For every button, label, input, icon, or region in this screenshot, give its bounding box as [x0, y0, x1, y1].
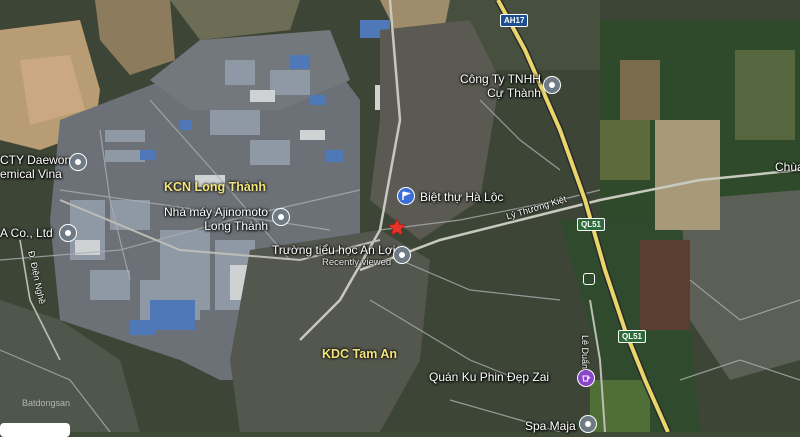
biet-thu-ha-loc-label[interactable]: Biệt thự Hà Lộc [420, 190, 503, 204]
cafe-pin-icon[interactable] [577, 369, 595, 387]
kcn-long-thanh-label: KCN Long Thành [164, 180, 267, 194]
co-ltd-pin-icon[interactable] [59, 224, 77, 242]
transit-icon [583, 273, 595, 285]
daewon-label-line2: emical Vina [0, 167, 62, 181]
flag-pin-icon[interactable] [397, 187, 415, 205]
recently-viewed-label: Recently viewed [322, 257, 392, 268]
ql51-shield: QL51 [577, 218, 606, 231]
flag-icon [402, 191, 411, 200]
le-duan-label: Lê Duẩn [580, 335, 590, 370]
watermark: Batdongsan [22, 398, 71, 408]
spa-pin-icon[interactable] [579, 415, 597, 433]
plantation-plot [590, 380, 650, 432]
daewon-label-line1: CTY Daewon [0, 153, 72, 167]
map-corner-card[interactable] [0, 423, 70, 437]
chua-label[interactable]: Chùa [775, 160, 800, 174]
ajinomoto-pin-icon[interactable] [272, 208, 290, 226]
cu-thanh-label-line2: Cự Thành [487, 86, 541, 100]
ah17-shield: AH17 [500, 14, 529, 27]
cu-thanh-pin-icon[interactable] [543, 76, 561, 94]
spa-maja-label[interactable]: Spa Maja [525, 419, 576, 433]
cu-thanh-label-line1: Công Ty TNHH [460, 72, 541, 86]
daewon-pin-icon[interactable] [69, 153, 87, 171]
cu-thanh-label[interactable]: Công Ty TNHH Cự Thành [460, 72, 541, 100]
plantation-plot [735, 50, 795, 140]
ql51-shield-2: QL51 [618, 330, 647, 343]
co-ltd-label[interactable]: A Co., Ltd [0, 226, 53, 240]
plantation-plot [620, 60, 660, 120]
truong-an-loi-label[interactable]: Trường tiểu học An Lợi [272, 243, 395, 257]
school-pin-icon[interactable] [393, 246, 411, 264]
quan-ku-phin-label[interactable]: Quán Ku Phin Đẹp Zai [429, 370, 549, 384]
plantation-plot [600, 120, 650, 180]
ajinomoto-label-line2: Long Thành [204, 219, 269, 233]
daewon-label[interactable]: CTY Daewon emical Vina [0, 153, 71, 181]
satellite-map[interactable] [0, 0, 800, 432]
ajinomoto-label[interactable]: Nhà máy Ajinomoto Long Thành [164, 205, 268, 233]
kdc-tam-an-label: KDC Tam An [322, 347, 397, 361]
plantation-plot [640, 240, 690, 330]
cup-icon [582, 375, 591, 382]
plantation-plot [655, 120, 720, 230]
ajinomoto-label-line1: Nhà máy Ajinomoto [164, 205, 269, 219]
